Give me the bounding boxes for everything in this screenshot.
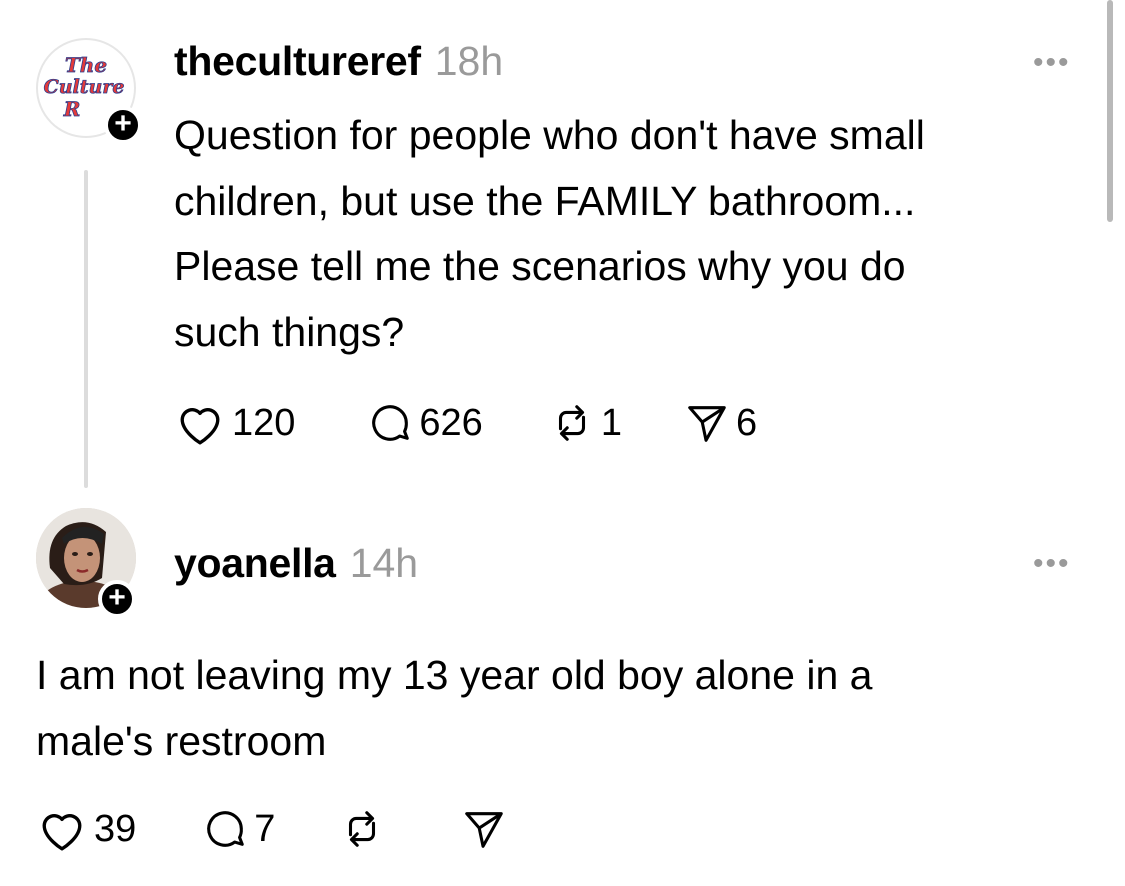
share-count: 6: [735, 401, 758, 444]
follow-button[interactable]: +: [104, 106, 142, 144]
reply-text-line: I am not leaving my 13 year old boy alon…: [36, 652, 873, 698]
heart-icon: [180, 408, 220, 445]
post-actions: 120 626 1 6: [174, 400, 757, 446]
like-button[interactable]: 120: [174, 400, 295, 446]
reply-text: I am not leaving my 13 year old boy alon…: [36, 643, 872, 774]
reply-text-line: male's restroom: [36, 717, 327, 764]
svg-text:The: The: [65, 53, 107, 77]
thread-line: [84, 170, 88, 488]
repost-icon: [349, 811, 376, 847]
username[interactable]: yoanella: [174, 540, 336, 586]
svg-text:R: R: [63, 97, 81, 121]
more-options-button[interactable]: •••: [1033, 547, 1071, 581]
comment-button[interactable]: 626: [367, 400, 483, 446]
repost-icon: [558, 405, 585, 441]
share-button[interactable]: 6: [684, 400, 757, 446]
like-button[interactable]: 39: [36, 806, 136, 852]
comment-icon: [207, 811, 245, 847]
scrollbar[interactable]: [1107, 0, 1113, 222]
reply-header: yoanella 14h: [174, 540, 418, 587]
svg-text:Culture: Culture: [44, 76, 125, 98]
reply-actions: 39 7: [36, 806, 507, 852]
repost-count: 1: [600, 401, 622, 444]
post-text-line: such things?: [174, 308, 405, 355]
comment-icon: [372, 405, 410, 441]
post-text-line: Please tell me the scenarios why you do: [174, 243, 906, 289]
like-count: 39: [94, 807, 137, 850]
share-button[interactable]: [461, 806, 507, 852]
like-count: 120: [232, 401, 296, 444]
timestamp: 14h: [349, 540, 419, 586]
username[interactable]: thecultureref: [174, 38, 421, 84]
repost-button[interactable]: 1: [549, 400, 622, 446]
timestamp: 18h: [434, 38, 504, 84]
comment-count: 626: [419, 401, 483, 444]
send-icon: [465, 812, 504, 848]
post-text: Question for people who don't have small…: [174, 103, 925, 365]
follow-button[interactable]: +: [98, 580, 136, 618]
more-options-button[interactable]: •••: [1033, 46, 1071, 80]
post-text-line: children, but use the FAMILY bathroom...: [174, 177, 916, 224]
comment-count: 7: [254, 807, 276, 850]
send-icon: [688, 406, 726, 442]
post-text-line: Question for people who don't have small: [174, 112, 925, 158]
repost-button[interactable]: [339, 806, 385, 852]
heart-icon: [42, 814, 82, 851]
post-header: thecultureref 18h: [174, 38, 503, 85]
comment-button[interactable]: 7: [202, 806, 275, 852]
